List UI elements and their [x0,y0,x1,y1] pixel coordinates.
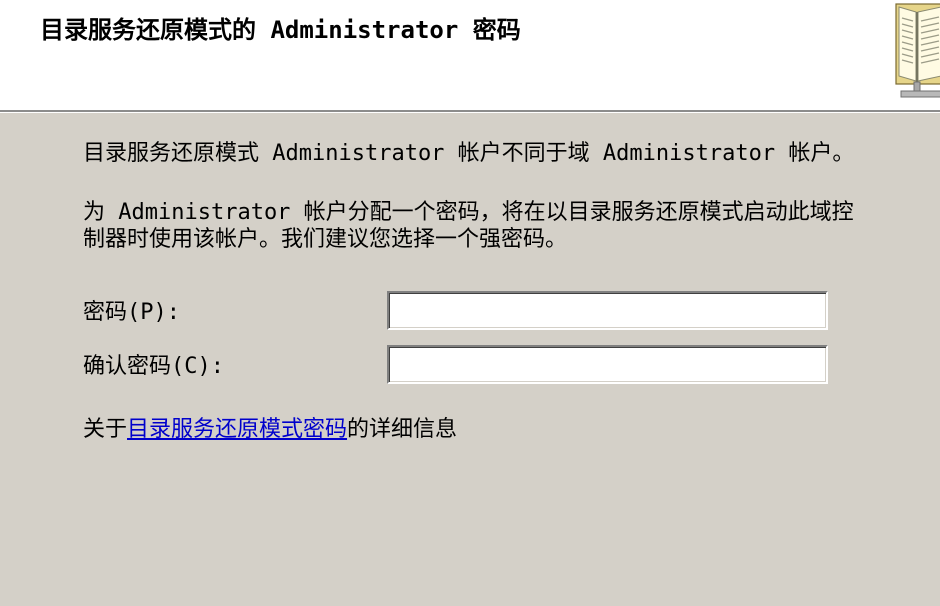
more-info-line: 关于目录服务还原模式密码的详细信息 [83,417,457,443]
intro-text: 目录服务还原模式 Administrator 帐户不同于域 Administra… [83,141,855,166]
wizard-header: 目录服务还原模式的 Administrator 密码 [0,0,940,110]
confirm-password-input[interactable] [387,345,828,384]
dsrm-password-help-link[interactable]: 目录服务还原模式密码 [127,417,347,442]
more-info-suffix: 的详细信息 [347,417,458,442]
page-title: 目录服务还原模式的 Administrator 密码 [40,16,521,44]
confirm-password-label: 确认密码(C): [83,354,224,379]
book-icon [893,0,940,101]
more-info-prefix: 关于 [83,417,128,442]
content-panel: 目录服务还原模式 Administrator 帐户不同于域 Administra… [0,113,940,606]
instruction-text: 为 Administrator 帐户分配一个密码，将在以目录服务还原模式启动此域… [83,200,854,252]
password-label: 密码(P): [83,300,180,325]
password-input[interactable] [387,291,828,330]
